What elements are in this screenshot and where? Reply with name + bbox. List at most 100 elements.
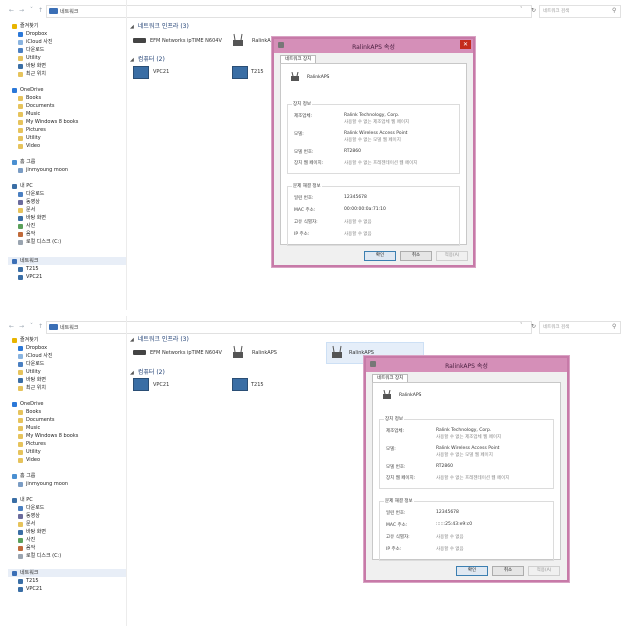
sidebar-item[interactable]: Utility [18, 448, 41, 456]
sidebar-item[interactable]: T215 [18, 577, 39, 585]
sidebar-item[interactable]: 바탕 화면 [18, 376, 46, 384]
address-bar[interactable] [46, 321, 532, 334]
sidebar-item[interactable]: T215 [18, 265, 39, 273]
device-label[interactable]: VPC21 [153, 382, 169, 388]
sidebar-item[interactable]: jinmyoung moon [18, 166, 68, 174]
sidebar-item[interactable]: 사진 [18, 222, 35, 230]
device-label[interactable]: T215 [251, 382, 264, 388]
up-icon[interactable]: ↑ [37, 7, 44, 14]
sidebar-item[interactable]: 다운로드 [18, 190, 44, 198]
ok-button[interactable]: 확인 [364, 251, 396, 261]
sidebar-item[interactable]: 바탕 화면 [18, 62, 46, 70]
sidebar-item[interactable]: Music [18, 424, 40, 432]
sidebar-item[interactable]: Books [18, 94, 41, 102]
sidebar-item[interactable]: 로컬 디스크 (C:) [18, 238, 61, 246]
chevron-down-icon[interactable]: ˇ [28, 7, 35, 14]
sidebar-item[interactable]: 바탕 화면 [18, 214, 46, 222]
back-icon[interactable]: ← [8, 7, 15, 14]
sidebar-group-network[interactable]: 네트워크 [12, 569, 38, 577]
sidebar-item[interactable]: 최근 위치 [18, 384, 46, 392]
sidebar-item[interactable]: 음악 [18, 544, 35, 552]
sidebar-item[interactable]: Dropbox [18, 30, 47, 38]
sidebar-item[interactable]: 사진 [18, 536, 35, 544]
sidebar-item[interactable]: iCloud 사진 [18, 38, 52, 46]
sidebar-item[interactable]: 최근 위치 [18, 70, 46, 78]
forward-icon[interactable]: → [18, 7, 25, 14]
sidebar-item[interactable]: 문서 [18, 206, 35, 214]
sidebar-item[interactable]: 로컬 디스크 (C:) [18, 552, 61, 560]
apply-button[interactable]: 적용(A) [528, 566, 560, 576]
sidebar-item[interactable]: jinmyoung moon [18, 480, 68, 488]
section-network-infrastructure[interactable]: ◢ 네트워크 인프라 (3) [130, 334, 189, 343]
pane-divider[interactable] [126, 316, 127, 626]
sidebar-item[interactable]: Pictures [18, 440, 46, 448]
address-dropdown-icon[interactable]: ˇ [520, 7, 523, 13]
sidebar-item[interactable]: Utility [18, 368, 41, 376]
section-computers[interactable]: ◢ 컴퓨터 (2) [130, 54, 165, 63]
forward-icon[interactable]: → [18, 323, 25, 330]
sidebar-group-onedrive[interactable]: OneDrive [12, 400, 44, 408]
device-label[interactable]: VPC21 [153, 69, 169, 75]
sidebar-group-favorites[interactable]: 즐겨찾기 [12, 336, 38, 344]
ok-button[interactable]: 확인 [456, 566, 488, 576]
sidebar-group-homegroup[interactable]: 홈 그룹 [12, 472, 35, 480]
sidebar-item[interactable]: 다운로드 [18, 46, 44, 54]
dropbox-icon [18, 345, 23, 351]
section-network-infrastructure[interactable]: ◢ 네트워크 인프라 (3) [130, 21, 189, 30]
search-placeholder: 네트워크 검색 [543, 325, 570, 330]
sidebar-item[interactable]: 음악 [18, 230, 35, 238]
sidebar-item[interactable]: 동영상 [18, 512, 40, 520]
sidebar-item[interactable]: 문서 [18, 520, 35, 528]
device-label[interactable]: T215 [251, 69, 264, 75]
sidebar-item[interactable]: 다운로드 [18, 504, 44, 512]
sidebar-item[interactable]: VPC21 [18, 273, 42, 281]
device-label[interactable]: EFM Networks ipTIME N604V [150, 38, 222, 44]
sidebar-group-favorites[interactable]: 즐겨찾기 [12, 22, 38, 30]
chevron-down-icon[interactable]: ˇ [28, 323, 35, 330]
sidebar-group-pc[interactable]: 내 PC [12, 496, 33, 504]
dialog-titlebar[interactable]: RalinkAPS 속성 ✕ [274, 39, 473, 53]
sidebar-item[interactable]: iCloud 사진 [18, 352, 52, 360]
refresh-icon[interactable]: ↻ [531, 7, 536, 14]
user-icon [18, 481, 23, 487]
sidebar-group-network[interactable]: 네트워크 [12, 257, 38, 265]
sidebar-group-pc[interactable]: 내 PC [12, 182, 33, 190]
sidebar-item[interactable]: Utility [18, 54, 41, 62]
sidebar-item[interactable]: Documents [18, 416, 55, 424]
sidebar-item[interactable]: My Windows 8 books [18, 432, 78, 440]
sidebar-item[interactable]: 동영상 [18, 198, 40, 206]
address-dropdown-icon[interactable]: ˇ [520, 323, 523, 329]
sidebar-item[interactable]: Video [18, 456, 40, 464]
search-icon[interactable]: ⚲ [612, 323, 616, 330]
up-icon[interactable]: ↑ [37, 323, 44, 330]
sidebar-item[interactable]: Documents [18, 102, 55, 110]
device-label[interactable]: RalinkAPS [252, 350, 277, 356]
sidebar-group-homegroup[interactable]: 홈 그룹 [12, 158, 35, 166]
breadcrumb[interactable]: 네트워크 [60, 324, 78, 331]
cancel-button[interactable]: 취소 [400, 251, 432, 261]
sidebar-item[interactable]: Pictures [18, 126, 46, 134]
pane-divider[interactable] [126, 0, 127, 310]
address-bar[interactable] [46, 5, 532, 18]
sidebar-item[interactable]: Utility [18, 134, 41, 142]
refresh-icon[interactable]: ↻ [531, 323, 536, 330]
close-button[interactable]: ✕ [460, 40, 471, 49]
section-computers[interactable]: ◢ 컴퓨터 (2) [130, 367, 165, 376]
sidebar-item[interactable]: Video [18, 142, 40, 150]
back-icon[interactable]: ← [8, 323, 15, 330]
sidebar-item[interactable]: My Windows 8 books [18, 118, 78, 126]
sidebar-item[interactable]: Books [18, 408, 41, 416]
cancel-button[interactable]: 취소 [492, 566, 524, 576]
sidebar-item[interactable]: Music [18, 110, 40, 118]
search-icon[interactable]: ⚲ [612, 7, 616, 14]
group-title: 문제 해결 정보 [292, 183, 322, 189]
sidebar-item[interactable]: 다운로드 [18, 360, 44, 368]
sidebar-group-onedrive[interactable]: OneDrive [12, 86, 44, 94]
breadcrumb[interactable]: 네트워크 [60, 8, 78, 15]
sidebar-item[interactable]: Dropbox [18, 344, 47, 352]
dialog-titlebar[interactable]: RalinkAPS 속성 [366, 358, 567, 372]
sidebar-item[interactable]: VPC21 [18, 585, 42, 593]
device-label[interactable]: EFM Networks ipTIME N604V [150, 350, 222, 356]
sidebar-item[interactable]: 바탕 화면 [18, 528, 46, 536]
apply-button[interactable]: 적용(A) [436, 251, 468, 261]
